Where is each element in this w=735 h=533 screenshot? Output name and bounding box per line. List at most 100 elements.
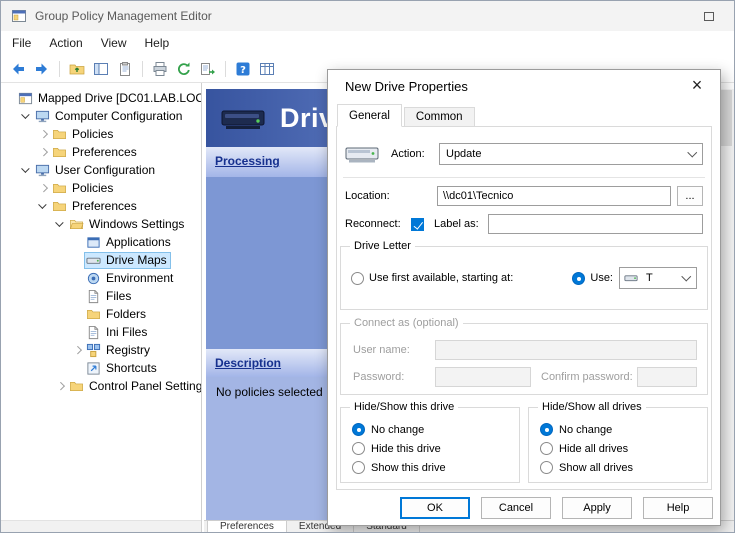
show-all-drives-option[interactable]: Show all drives: [540, 458, 707, 477]
tree-horizontal-scrollbar[interactable]: [1, 520, 201, 532]
printer-icon[interactable]: [149, 58, 171, 80]
shortcut-icon: [86, 361, 102, 376]
svg-text:?: ?: [240, 65, 246, 76]
chevron-right-icon[interactable]: [37, 128, 50, 141]
forward-icon[interactable]: [31, 58, 53, 80]
drive-icon: [345, 141, 379, 167]
user-name-row: User name:: [353, 340, 697, 360]
clipboard-icon[interactable]: [114, 58, 136, 80]
radio-icon[interactable]: [352, 461, 365, 474]
action-value: Update: [440, 148, 682, 160]
chevron-down-icon[interactable]: [20, 110, 33, 123]
tree-item-preferences[interactable]: Preferences: [1, 197, 201, 215]
chevron-right-icon[interactable]: [71, 344, 84, 357]
apply-button[interactable]: Apply: [562, 497, 632, 519]
connect-as-caption: Connect as (optional): [350, 317, 463, 329]
tree-item-preferences[interactable]: Preferences: [1, 143, 201, 161]
dialog-title: New Drive Properties: [345, 79, 468, 94]
tree-item-windows-settings[interactable]: Windows Settings: [1, 215, 201, 233]
hide-show-this-drive-group: Hide/Show this drive No change Hide this…: [340, 407, 520, 483]
tree-item-files[interactable]: Files: [1, 287, 201, 305]
ok-button[interactable]: OK: [400, 497, 470, 519]
show-this-drive-option[interactable]: Show this drive: [352, 458, 519, 477]
action-label: Action:: [391, 148, 439, 160]
chevron-down-icon[interactable]: [20, 164, 33, 177]
menu-help[interactable]: Help: [136, 32, 179, 54]
radio-icon[interactable]: [540, 461, 553, 474]
hide-all-drives-option[interactable]: Hide all drives: [540, 439, 707, 458]
grid-view-icon[interactable]: [256, 58, 278, 80]
vertical-scrollbar[interactable]: [719, 89, 734, 520]
radio-icon[interactable]: [540, 423, 553, 436]
up-folder-icon[interactable]: [66, 58, 88, 80]
drive-letter-select[interactable]: T: [619, 267, 697, 289]
use-radio[interactable]: [572, 272, 585, 285]
label-as-input[interactable]: [488, 214, 703, 234]
titlebar: Group Policy Management Editor: [1, 1, 734, 31]
use-first-available-radio[interactable]: [351, 272, 364, 285]
tree-item-control-panel-setting[interactable]: Control Panel Setting: [1, 377, 201, 395]
export-list-icon[interactable]: [197, 58, 219, 80]
radio-label: No change: [371, 424, 424, 436]
menu-file[interactable]: File: [3, 32, 40, 54]
tree-item-registry[interactable]: Registry: [1, 341, 201, 359]
drive-icon: [86, 253, 102, 268]
tab-general[interactable]: General: [337, 104, 402, 127]
tree-item-folders[interactable]: Folders: [1, 305, 201, 323]
processing-link[interactable]: Processing: [215, 154, 280, 168]
close-icon[interactable]: ×: [678, 72, 716, 98]
description-link[interactable]: Description: [215, 356, 281, 370]
action-row: Action: Update: [345, 141, 703, 167]
maximize-button[interactable]: [694, 5, 724, 27]
show-console-tree-icon[interactable]: [90, 58, 112, 80]
refresh-icon[interactable]: [173, 58, 195, 80]
tree-item-user-configuration[interactable]: User Configuration: [1, 161, 201, 179]
chevron-right-icon[interactable]: [37, 182, 50, 195]
reconnect-checkbox[interactable]: [411, 218, 424, 231]
gpme-window: Group Policy Management Editor File Acti…: [0, 0, 735, 533]
tree-item-ini-files[interactable]: Ini Files: [1, 323, 201, 341]
help-icon[interactable]: ?: [232, 58, 254, 80]
menu-action[interactable]: Action: [40, 32, 91, 54]
back-icon[interactable]: [7, 58, 29, 80]
cancel-button[interactable]: Cancel: [481, 497, 551, 519]
chevron-placeholder: [3, 92, 16, 105]
chevron-right-icon[interactable]: [37, 146, 50, 159]
scrollbar-thumb[interactable]: [721, 90, 732, 146]
page-icon: [86, 325, 102, 340]
radio-icon[interactable]: [352, 442, 365, 455]
tree-item-shortcuts[interactable]: Shortcuts: [1, 359, 201, 377]
tree-item-mapped-drive-dc01-lab-loca[interactable]: Mapped Drive [DC01.LAB.LOCA: [1, 89, 201, 107]
tree-item-environment[interactable]: Environment: [1, 269, 201, 287]
hide-this-drive-option[interactable]: Hide this drive: [352, 439, 519, 458]
browse-button[interactable]: ...: [677, 186, 703, 206]
separator: [343, 177, 705, 178]
tree-item-applications[interactable]: Applications: [1, 233, 201, 251]
menu-view[interactable]: View: [92, 32, 136, 54]
reconnect-label: Reconnect:: [345, 218, 411, 230]
radio-icon[interactable]: [352, 423, 365, 436]
tree-item-label: Policies: [72, 127, 113, 141]
tree-item-policies[interactable]: Policies: [1, 179, 201, 197]
tab-common[interactable]: Common: [404, 107, 475, 127]
location-input[interactable]: \\dc01\Tecnico: [437, 186, 671, 206]
no-change-all-option[interactable]: No change: [540, 420, 707, 439]
tree-item-computer-configuration[interactable]: Computer Configuration: [1, 107, 201, 125]
label-as-label: Label as:: [434, 218, 488, 230]
tree-item-drive-maps[interactable]: Drive Maps: [1, 251, 201, 269]
folder-icon: [86, 307, 102, 322]
radio-icon[interactable]: [540, 442, 553, 455]
tree-item-label: Computer Configuration: [55, 109, 182, 123]
tab-preferences[interactable]: Preferences: [207, 521, 287, 532]
action-select[interactable]: Update: [439, 143, 703, 165]
tree-item-policies[interactable]: Policies: [1, 125, 201, 143]
no-policies-text: No policies selected: [216, 385, 323, 399]
no-change-this-option[interactable]: No change: [352, 420, 519, 439]
help-button[interactable]: Help: [643, 497, 713, 519]
chevron-placeholder: [71, 290, 84, 303]
chevron-placeholder: [71, 272, 84, 285]
chevron-down-icon[interactable]: [37, 200, 50, 213]
drive-letter-caption: Drive Letter: [350, 240, 415, 252]
chevron-down-icon[interactable]: [54, 218, 67, 231]
chevron-right-icon[interactable]: [54, 380, 67, 393]
